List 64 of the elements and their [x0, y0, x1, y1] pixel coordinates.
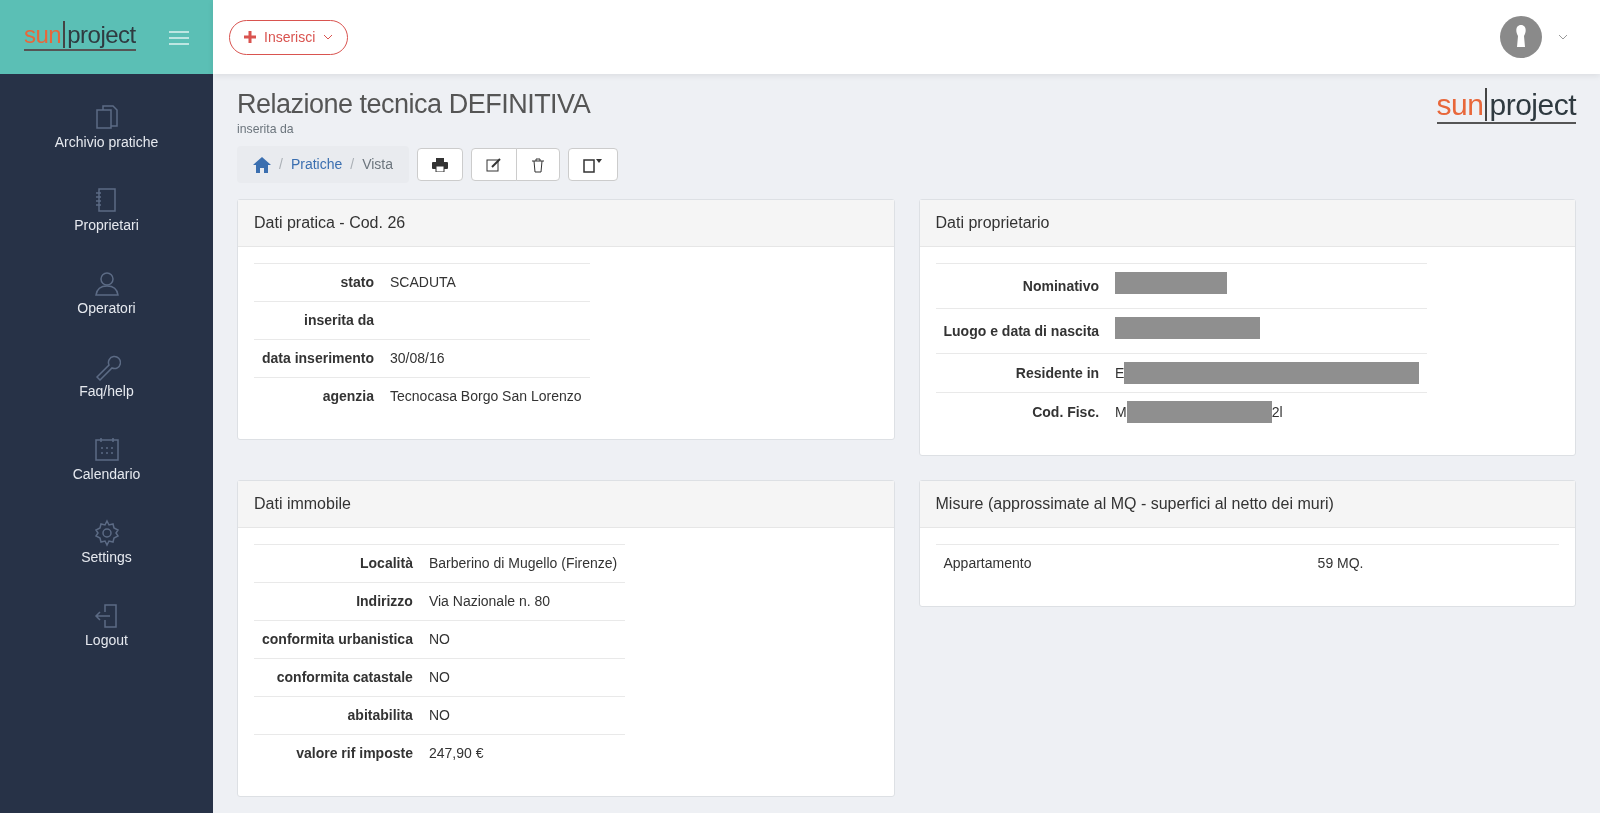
sidebar-item[interactable]: Faq/help [0, 339, 213, 422]
logo: sun project [1436, 90, 1576, 124]
field-label: conformita catastale [254, 658, 421, 697]
field-value: E [1115, 363, 1125, 383]
settings-icon [92, 519, 121, 547]
user-icon [92, 270, 121, 298]
field-label: agenzia [254, 377, 383, 416]
page-subtitle: inserita da [237, 120, 295, 138]
breadcrumb-current: Vista [362, 155, 393, 175]
print-button[interactable] [417, 148, 463, 182]
view-dropdown-button[interactable] [568, 148, 618, 182]
field-value: 247,90 € [428, 745, 484, 762]
field-value: 2l [1271, 402, 1283, 422]
field-label: conformita urbanistica [254, 620, 421, 659]
page-title: Relazione tecnica DEFINITIVA [237, 90, 591, 120]
breadcrumb-separator: / [350, 155, 355, 175]
field-value: NO [428, 669, 450, 686]
window-icon [583, 157, 603, 174]
home-icon[interactable] [253, 156, 271, 173]
field-label: data inserimento [254, 339, 383, 378]
caret-icon [323, 34, 334, 40]
breadcrumb-separator: / [279, 155, 283, 175]
field-value: NO [428, 707, 450, 724]
field-label: inserita da [254, 301, 383, 340]
card-title: Misure (approssimate al MQ - superfici al netto dei muri) [919, 481, 1575, 529]
field-value: Via Nazionale n. 80 [428, 593, 551, 610]
field-value: Barberino di Mugello (Firenze) [428, 555, 618, 572]
calendar-icon [92, 436, 121, 464]
breadcrumb-link[interactable]: Pratiche [290, 154, 343, 176]
sidebar-item[interactable]: Archivio pratiche [0, 90, 213, 173]
field-value: NO [428, 631, 450, 648]
edit-icon [486, 158, 502, 173]
sidebar-item[interactable]: Operatori [0, 256, 213, 339]
sidebar-item[interactable]: Settings [0, 505, 213, 588]
field-label: valore rif imposte [254, 734, 421, 773]
sidebar-item[interactable]: Logout [0, 588, 213, 671]
field-value: M [1115, 402, 1127, 422]
delete-button[interactable] [516, 148, 560, 182]
avatar-icon[interactable] [1500, 16, 1542, 58]
card-title: Dati proprietario [919, 200, 1575, 248]
printer-icon [432, 158, 448, 173]
field-value: 59 MQ. [1317, 555, 1364, 572]
field-label: Nominativo [935, 263, 1108, 309]
plus-icon [244, 31, 256, 43]
field-value: Tecnocasa Borgo San Lorenzo [390, 388, 582, 405]
trash-icon [531, 157, 545, 173]
card-title: Dati immobile [238, 481, 894, 529]
field-label: Residente in [935, 353, 1108, 393]
field-label: Cod. Fisc. [935, 392, 1108, 432]
sidebar-item[interactable]: Proprietari [0, 173, 213, 256]
field-label: Indirizzo [254, 582, 421, 621]
field-label: Luogo e data di nascita [935, 308, 1108, 354]
field-value: 30/08/16 [390, 350, 445, 367]
sidebar-item[interactable]: Calendario [0, 422, 213, 505]
field-value: SCADUTA [390, 274, 456, 291]
card-title: Dati pratica - Cod. 26 [238, 200, 894, 248]
insert-button[interactable]: Inserisci [229, 19, 349, 55]
logo: sun project [24, 23, 136, 51]
edit-button[interactable] [471, 148, 517, 182]
field-label: abitabilita [254, 696, 421, 735]
field-label: stato [254, 263, 383, 302]
field-label: Località [254, 544, 421, 583]
caret-icon[interactable] [1558, 34, 1568, 40]
field-label: Appartamento [935, 544, 1310, 583]
